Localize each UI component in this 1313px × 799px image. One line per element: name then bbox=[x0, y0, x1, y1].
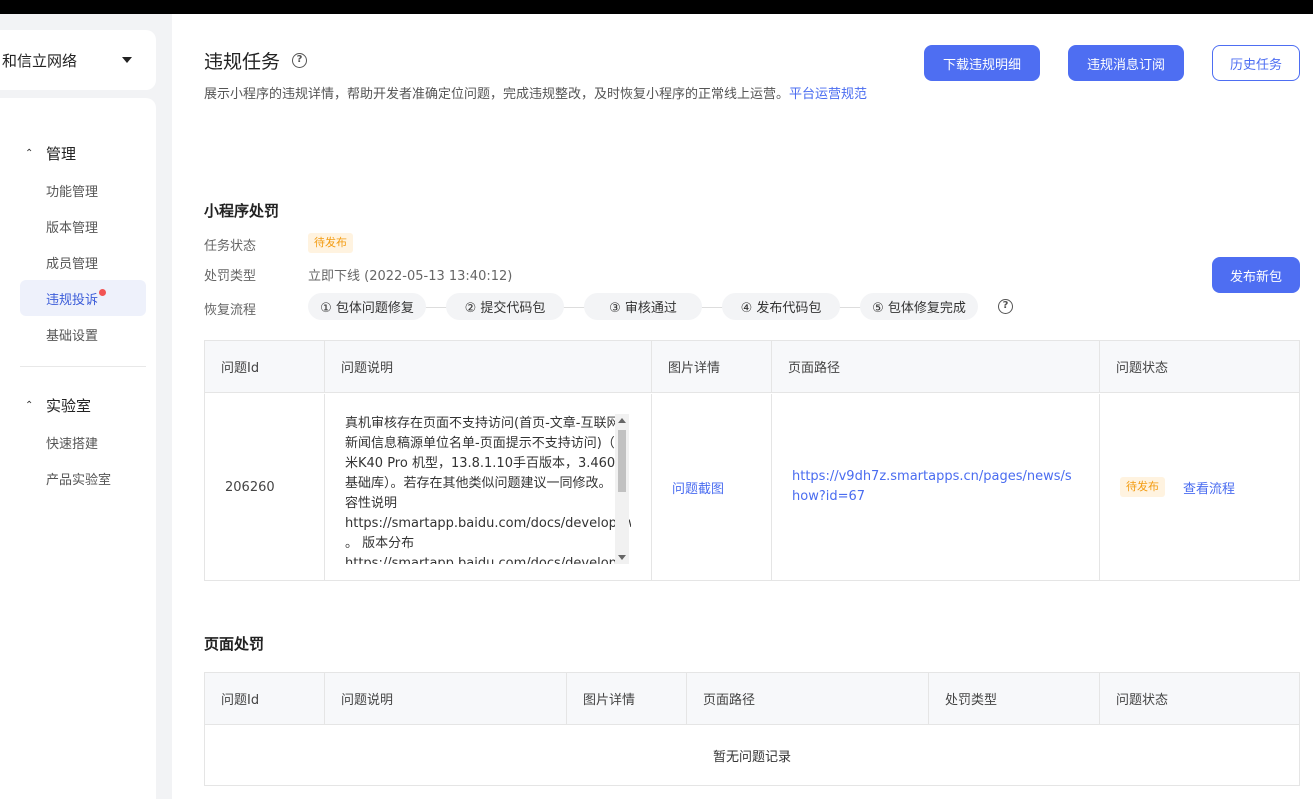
subscribe-button[interactable]: 违规消息订阅 bbox=[1068, 45, 1184, 81]
recovery-step: ③ 审核通过 bbox=[584, 293, 702, 320]
issue-id: 206260 bbox=[205, 394, 325, 580]
scroll-thumb[interactable] bbox=[618, 430, 626, 492]
top-bar bbox=[0, 0, 1313, 14]
sidebar-item-quick-build[interactable]: 快速搭建 bbox=[20, 424, 146, 460]
sidebar-group-label: 管理 bbox=[46, 144, 77, 163]
column-header: 问题说明 bbox=[325, 673, 567, 724]
status-badge: 待发布 bbox=[308, 233, 353, 253]
issue-status-cell: 待发布 查看流程 bbox=[1100, 394, 1299, 580]
column-header: 问题状态 bbox=[1116, 693, 1169, 708]
sidebar-item-versions[interactable]: 版本管理 bbox=[20, 208, 146, 244]
sidebar-item-features[interactable]: 功能管理 bbox=[20, 172, 146, 208]
column-header: 图片详情 bbox=[652, 341, 772, 392]
penalty-type-value: 立即下线 (2022-05-13 13:40:12) bbox=[308, 269, 513, 284]
section-title: 页面处罚 bbox=[204, 635, 265, 653]
table-header: 问题Id 问题说明 图片详情 页面路径 处罚类型 问题状态 bbox=[205, 673, 1299, 725]
column-header: 问题说明 bbox=[325, 341, 652, 392]
issue-screenshot-link[interactable]: 问题截图 bbox=[672, 478, 724, 497]
column-header: 页面路径 bbox=[687, 673, 929, 724]
chevron-up-icon: ⌃ bbox=[25, 147, 34, 159]
divider bbox=[20, 366, 146, 367]
sidebar-item-label: 违规投诉 bbox=[46, 292, 99, 308]
recovery-step: ⑤ 包体修复完成 bbox=[860, 293, 978, 320]
app-name: 和信立网络 bbox=[2, 51, 78, 70]
main-panel: 违规任务 ? 展示小程序的违规详情，帮助开发者准确定位问题，完成违规整改，及时恢… bbox=[172, 14, 1313, 799]
recovery-step: ② 提交代码包 bbox=[446, 293, 564, 320]
help-icon[interactable]: ? bbox=[292, 53, 307, 68]
column-header: 问题Id bbox=[205, 341, 325, 392]
scrollbar[interactable] bbox=[615, 414, 629, 564]
scroll-up-icon[interactable] bbox=[618, 418, 626, 423]
view-flow-link[interactable]: 查看流程 bbox=[1183, 478, 1235, 497]
column-header: 问题Id bbox=[205, 673, 325, 724]
section-title: 小程序处罚 bbox=[204, 202, 280, 220]
column-header: 问题状态 bbox=[1116, 361, 1169, 376]
sidebar-item-settings[interactable]: 基础设置 bbox=[20, 316, 146, 352]
recovery-flow-label: 恢复流程 bbox=[204, 303, 257, 318]
publish-new-package-button[interactable]: 发布新包 bbox=[1212, 257, 1300, 293]
column-header: 处罚类型 bbox=[929, 673, 1100, 724]
page-path-cell: https://v9dh7z.smartapps.cn/pages/news/s… bbox=[772, 394, 1100, 580]
platform-rules-link[interactable]: 平台运营规范 bbox=[789, 87, 867, 102]
issue-description[interactable]: 真机审核存在页面不支持访问(首页-文章-互联网新闻信息稿源单位名单-页面提示不支… bbox=[341, 414, 631, 564]
status-badge: 待发布 bbox=[1120, 477, 1165, 497]
notification-dot bbox=[99, 289, 106, 296]
history-tasks-button[interactable]: 历史任务 bbox=[1212, 45, 1300, 81]
download-violations-button[interactable]: 下载违规明细 bbox=[924, 45, 1040, 81]
recovery-step: ① 包体问题修复 bbox=[308, 293, 426, 320]
image-detail-cell: 问题截图 bbox=[652, 394, 772, 580]
app-penalty-table: 问题Id 问题说明 图片详情 页面路径 问题状态 206260 真机审核存在页面… bbox=[204, 340, 1300, 581]
column-header: 页面路径 bbox=[772, 341, 1100, 392]
empty-state: 暂无问题记录 bbox=[712, 749, 791, 765]
page-penalty-table: 问题Id 问题说明 图片详情 页面路径 处罚类型 问题状态 暂无问题记录 bbox=[204, 672, 1300, 786]
issue-description-cell: 真机审核存在页面不支持访问(首页-文章-互联网新闻信息稿源单位名单-页面提示不支… bbox=[325, 394, 652, 580]
sidebar-item-violations[interactable]: 违规投诉 bbox=[20, 280, 146, 316]
caret-down-icon[interactable] bbox=[122, 57, 132, 63]
recovery-step: ④ 发布代码包 bbox=[722, 293, 840, 320]
table-header: 问题Id 问题说明 图片详情 页面路径 问题状态 bbox=[205, 341, 1299, 393]
sidebar-item-product-lab[interactable]: 产品实验室 bbox=[20, 460, 146, 496]
app-switcher[interactable]: 和信立网络 bbox=[0, 30, 156, 90]
sidebar-item-members[interactable]: 成员管理 bbox=[20, 244, 146, 280]
chevron-up-icon: ⌃ bbox=[25, 399, 34, 411]
page-title: 违规任务 bbox=[204, 51, 281, 73]
description-text: 展示小程序的违规详情，帮助开发者准确定位问题，完成违规整改，及时恢复小程序的正常… bbox=[204, 87, 790, 102]
column-header: 图片详情 bbox=[567, 673, 687, 724]
penalty-type-label: 处罚类型 bbox=[204, 269, 257, 284]
task-status-label: 任务状态 bbox=[204, 239, 257, 254]
table-row: 206260 真机审核存在页面不支持访问(首页-文章-互联网新闻信息稿源单位名单… bbox=[205, 394, 1299, 580]
help-icon[interactable]: ? bbox=[998, 299, 1013, 314]
scroll-down-icon[interactable] bbox=[618, 555, 626, 560]
page-path-link[interactable]: https://v9dh7z.smartapps.cn/pages/news/s… bbox=[792, 467, 1079, 507]
sidebar-group-label: 实验室 bbox=[46, 396, 92, 415]
sidebar: ⌃ 管理 功能管理 版本管理 成员管理 违规投诉 基础设置 ⌃ 实验室 快速搭建… bbox=[0, 98, 156, 799]
page-description: 展示小程序的违规详情，帮助开发者准确定位问题，完成违规整改，及时恢复小程序的正常… bbox=[204, 84, 904, 105]
